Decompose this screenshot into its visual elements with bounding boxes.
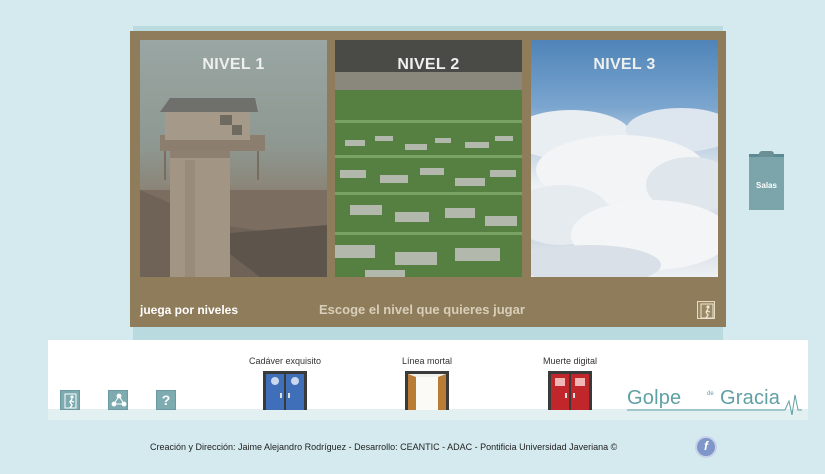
subtitle-text: juega por niveles <box>140 303 239 317</box>
exit-button[interactable] <box>60 390 80 410</box>
flash-player-icon[interactable]: f <box>695 436 717 458</box>
open-door-icon <box>405 371 449 410</box>
help-button[interactable]: ? <box>156 390 176 410</box>
door-2-title: Línea mortal <box>401 356 453 366</box>
exit-person-icon[interactable] <box>697 301 715 319</box>
cemetery-image <box>335 40 522 277</box>
salas-tab[interactable]: Salas <box>749 151 784 210</box>
clipboard-clip-icon <box>759 151 774 157</box>
clouds-image <box>531 108 718 277</box>
instruction-text: Escoge el nivel que quieres jugar <box>319 302 525 317</box>
door-3-title: Muerte digital <box>542 356 598 366</box>
door-1-title: Cadáver exquisito <box>248 356 322 366</box>
heartbeat-line-icon <box>627 394 802 415</box>
watchtower-image <box>140 98 327 277</box>
level-2-panel[interactable]: NIVEL 2 <box>335 40 522 277</box>
door-cadaver-exquisito[interactable] <box>263 371 307 410</box>
level-3-label: NIVEL 3 <box>593 56 656 73</box>
closed-door-blue-icon <box>263 371 307 410</box>
door-muerte-digital[interactable] <box>548 371 592 410</box>
help-icon: ? <box>161 392 171 408</box>
level-1-label: NIVEL 1 <box>202 56 265 73</box>
door-linea-mortal[interactable] <box>405 371 449 410</box>
network-nodes-icon <box>111 393 127 407</box>
bottom-bar: ? Cadáver exquisito Línea mortal Muerte … <box>48 340 808 420</box>
level-3-panel[interactable]: NIVEL 3 <box>531 40 718 277</box>
exit-person-icon <box>64 393 77 409</box>
network-button[interactable] <box>108 390 128 410</box>
credits-text: Creación y Dirección: Jaime Alejandro Ro… <box>150 442 618 452</box>
level-1-panel[interactable]: NIVEL 1 <box>140 40 327 277</box>
level-2-label: NIVEL 2 <box>397 56 460 73</box>
level-selector-frame: NIVEL 1 NIVEL 2 NIVEL 3 juega por nivele… <box>130 31 726 327</box>
closed-door-red-icon <box>548 371 592 410</box>
salas-label: Salas <box>756 181 777 190</box>
golpe-de-gracia-logo: Golpe de Gracia <box>627 387 802 415</box>
